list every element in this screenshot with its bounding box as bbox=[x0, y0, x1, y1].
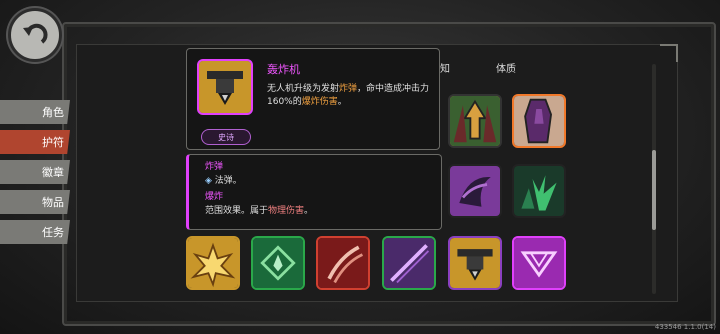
sidebar-item-character[interactable]: 角色 bbox=[0, 100, 70, 124]
charm-slot[interactable] bbox=[448, 164, 502, 218]
charm-slot[interactable] bbox=[448, 236, 502, 290]
tab-perception[interactable]: 知 bbox=[440, 60, 450, 75]
rarity-badge: 史诗 bbox=[201, 129, 251, 145]
charm-tooltip: 史诗 轰炸机 无人机升级为发射炸弹，命中造成冲击力160%的爆炸伤害。 bbox=[186, 48, 440, 150]
tab-constitution[interactable]: 体质 bbox=[496, 60, 516, 75]
red-slash-charm-icon bbox=[318, 238, 368, 288]
bomber-drone-icon bbox=[450, 238, 500, 288]
sidebar-item-badge[interactable]: 徽章 bbox=[0, 160, 70, 184]
charm-slot[interactable] bbox=[251, 236, 305, 290]
purple-cloak-charm-icon bbox=[514, 96, 564, 146]
green-burst-charm-icon bbox=[514, 166, 564, 216]
keyword-explosion-damage: 爆炸伤害 bbox=[301, 97, 338, 107]
keyword-desc-explosion: 范围效果。属于物理伤害。 bbox=[205, 206, 314, 216]
tooltip-title: 轰炸机 bbox=[267, 63, 300, 76]
keyword-tooltip: 炸弹 ◈ 法弹。 爆炸 范围效果。属于物理伤害。 bbox=[186, 154, 442, 230]
back-arrow-icon bbox=[23, 23, 48, 44]
charm-slot[interactable] bbox=[512, 236, 566, 290]
keyword-title-bomb: 炸弹 bbox=[205, 162, 224, 172]
green-rune-charm-icon bbox=[253, 238, 303, 288]
explosion-charm-icon bbox=[188, 238, 238, 288]
version-text: 433546 1.1.0(14) bbox=[654, 323, 716, 331]
magenta-sigil-charm-icon bbox=[514, 238, 564, 288]
magic-bullet-icon: ◈ bbox=[205, 176, 215, 186]
sidebar-item-quests[interactable]: 任务 bbox=[0, 220, 70, 244]
charm-slot[interactable] bbox=[512, 94, 566, 148]
charm-slot[interactable] bbox=[382, 236, 436, 290]
charm-slot[interactable] bbox=[186, 236, 240, 290]
charm-slot[interactable] bbox=[448, 94, 502, 148]
bomber-drone-icon bbox=[197, 59, 253, 115]
keyword-title-explosion: 爆炸 bbox=[205, 192, 224, 202]
sidebar-item-charm[interactable]: 护符 bbox=[0, 130, 70, 154]
charm-slot[interactable] bbox=[512, 164, 566, 218]
keyword-desc-bomb: ◈ 法弹。 bbox=[205, 176, 242, 186]
keyword-bomb: 炸弹 bbox=[339, 84, 358, 94]
arrow-charm-icon bbox=[450, 96, 500, 146]
sidebar-item-items[interactable]: 物品 bbox=[0, 190, 70, 214]
back-button[interactable] bbox=[8, 8, 62, 62]
panel-corner bbox=[660, 44, 678, 62]
tooltip-description: 无人机升级为发射炸弹，命中造成冲击力160%的爆炸伤害。 bbox=[267, 84, 430, 107]
charm-slot[interactable] bbox=[316, 236, 370, 290]
purple-spear-charm-icon bbox=[384, 238, 434, 288]
scrollbar-thumb[interactable] bbox=[652, 150, 656, 230]
sidebar: 角色 护符 徽章 物品 任务 bbox=[0, 100, 70, 250]
purple-claw-charm-icon bbox=[450, 166, 500, 216]
